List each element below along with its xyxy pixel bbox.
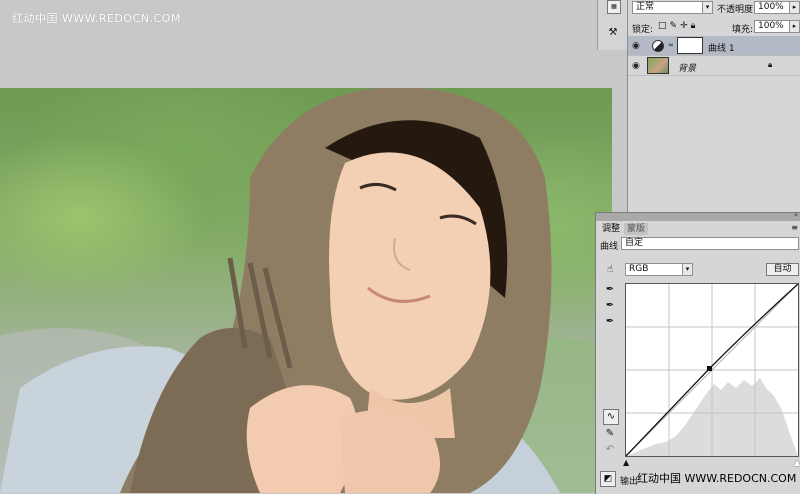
smooth-icon[interactable]: ↶	[603, 443, 617, 457]
layers-panel: 正常 ▾ 不透明度: 100% ▸ 锁定: □✎✛🔒︎ 填充: 100% ▸ ◉…	[627, 0, 800, 212]
blend-mode-value: 正常	[636, 2, 655, 12]
layer-mask-thumbnail[interactable]	[677, 37, 703, 54]
output-label: 输出	[620, 477, 639, 487]
visibility-eye-icon[interactable]: ◉	[632, 61, 640, 71]
layer-name[interactable]: 曲线 1	[708, 41, 735, 54]
opacity-input[interactable]: 100%	[754, 1, 790, 14]
curve-point-tool-icon[interactable]: ∿	[603, 409, 619, 425]
black-input-slider-icon[interactable]: ▲	[623, 458, 629, 467]
channel-value: RGB	[629, 264, 649, 274]
curve-control-point[interactable]	[707, 366, 712, 371]
lock-label: 锁定:	[632, 25, 654, 35]
channel-select[interactable]: RGB	[625, 263, 683, 276]
layer-name[interactable]: 背景	[678, 61, 696, 74]
footer-watermark: 红动中国 WWW.REDOCN.COM	[637, 472, 797, 485]
brush-presets-icon[interactable]: ⚒	[607, 26, 619, 40]
mini-panel-strip: ▦ ⚒	[597, 0, 628, 50]
opacity-label: 不透明度:	[717, 5, 757, 15]
tab-adjustments[interactable]: 调整	[599, 223, 624, 235]
auto-button[interactable]: 自动	[766, 263, 799, 276]
chevron-down-icon[interactable]: ▾	[702, 1, 713, 14]
pencil-icon[interactable]: ✎	[603, 427, 617, 441]
layer-row-background[interactable]: ◉ 背景 🔒︎	[628, 56, 800, 76]
curves-header-label: 曲线	[600, 242, 619, 252]
chevron-down-icon[interactable]: ▾	[682, 263, 693, 276]
visibility-eye-icon[interactable]: ◉	[632, 41, 640, 51]
fill-label: 填充:	[732, 25, 754, 35]
collapse-icon[interactable]: »	[794, 211, 798, 219]
lock-icon: 🔒︎	[768, 60, 773, 69]
preset-value: 自定	[625, 238, 644, 248]
white-input-slider-icon[interactable]: ▲	[794, 458, 800, 467]
curves-adjustment-icon	[652, 40, 664, 52]
tab-masks[interactable]: 蒙版	[624, 223, 649, 235]
clipping-display-icon[interactable]: ◩	[600, 471, 616, 487]
fill-value: 100%	[758, 21, 784, 31]
blend-mode-select[interactable]: 正常	[632, 1, 712, 14]
lock-icons[interactable]: □✎✛🔒︎	[658, 21, 718, 31]
white-point-eyedropper-icon[interactable]: ✒	[603, 315, 617, 329]
swatches-icon[interactable]: ▦	[607, 0, 621, 14]
layer-row-curves[interactable]: ◉ ∞ 曲线 1	[628, 36, 800, 56]
curves-plot[interactable]	[625, 283, 799, 457]
fill-input[interactable]: 100%	[754, 20, 790, 33]
preset-select[interactable]: 自定	[621, 237, 799, 250]
targeted-adjust-hand-icon[interactable]: ☝	[603, 263, 617, 277]
gray-point-eyedropper-icon[interactable]: ✒	[603, 299, 617, 313]
photo-canvas[interactable]	[0, 88, 612, 493]
panel-title-bar[interactable]: »	[596, 211, 800, 221]
chain-link-icon[interactable]: ∞	[668, 41, 674, 49]
lock-paint-icon[interactable]: ✎	[670, 21, 681, 31]
portrait-image	[0, 88, 612, 493]
opacity-arrow-icon[interactable]: ▸	[789, 1, 800, 14]
black-point-eyedropper-icon[interactable]: ✒	[603, 283, 617, 297]
panel-menu-icon[interactable]: ≡	[791, 223, 798, 232]
opacity-value: 100%	[758, 2, 784, 12]
layer-thumbnail[interactable]	[647, 57, 669, 74]
lock-all-icon[interactable]: 🔒︎	[691, 21, 699, 31]
watermark-text: 红动中国 WWW.REDOCN.COM	[12, 12, 181, 25]
adjustments-panel: » 调整 蒙版 ≡ 曲线 自定 ☝ RGB ▾ 自动 ✒ ✒ ✒ ▲ ▲ ∿ ✎…	[595, 211, 800, 494]
lock-transparent-icon[interactable]: □	[658, 21, 670, 31]
fill-arrow-icon[interactable]: ▸	[789, 20, 800, 33]
lock-move-icon[interactable]: ✛	[680, 21, 691, 31]
curves-graph[interactable]	[625, 283, 799, 457]
